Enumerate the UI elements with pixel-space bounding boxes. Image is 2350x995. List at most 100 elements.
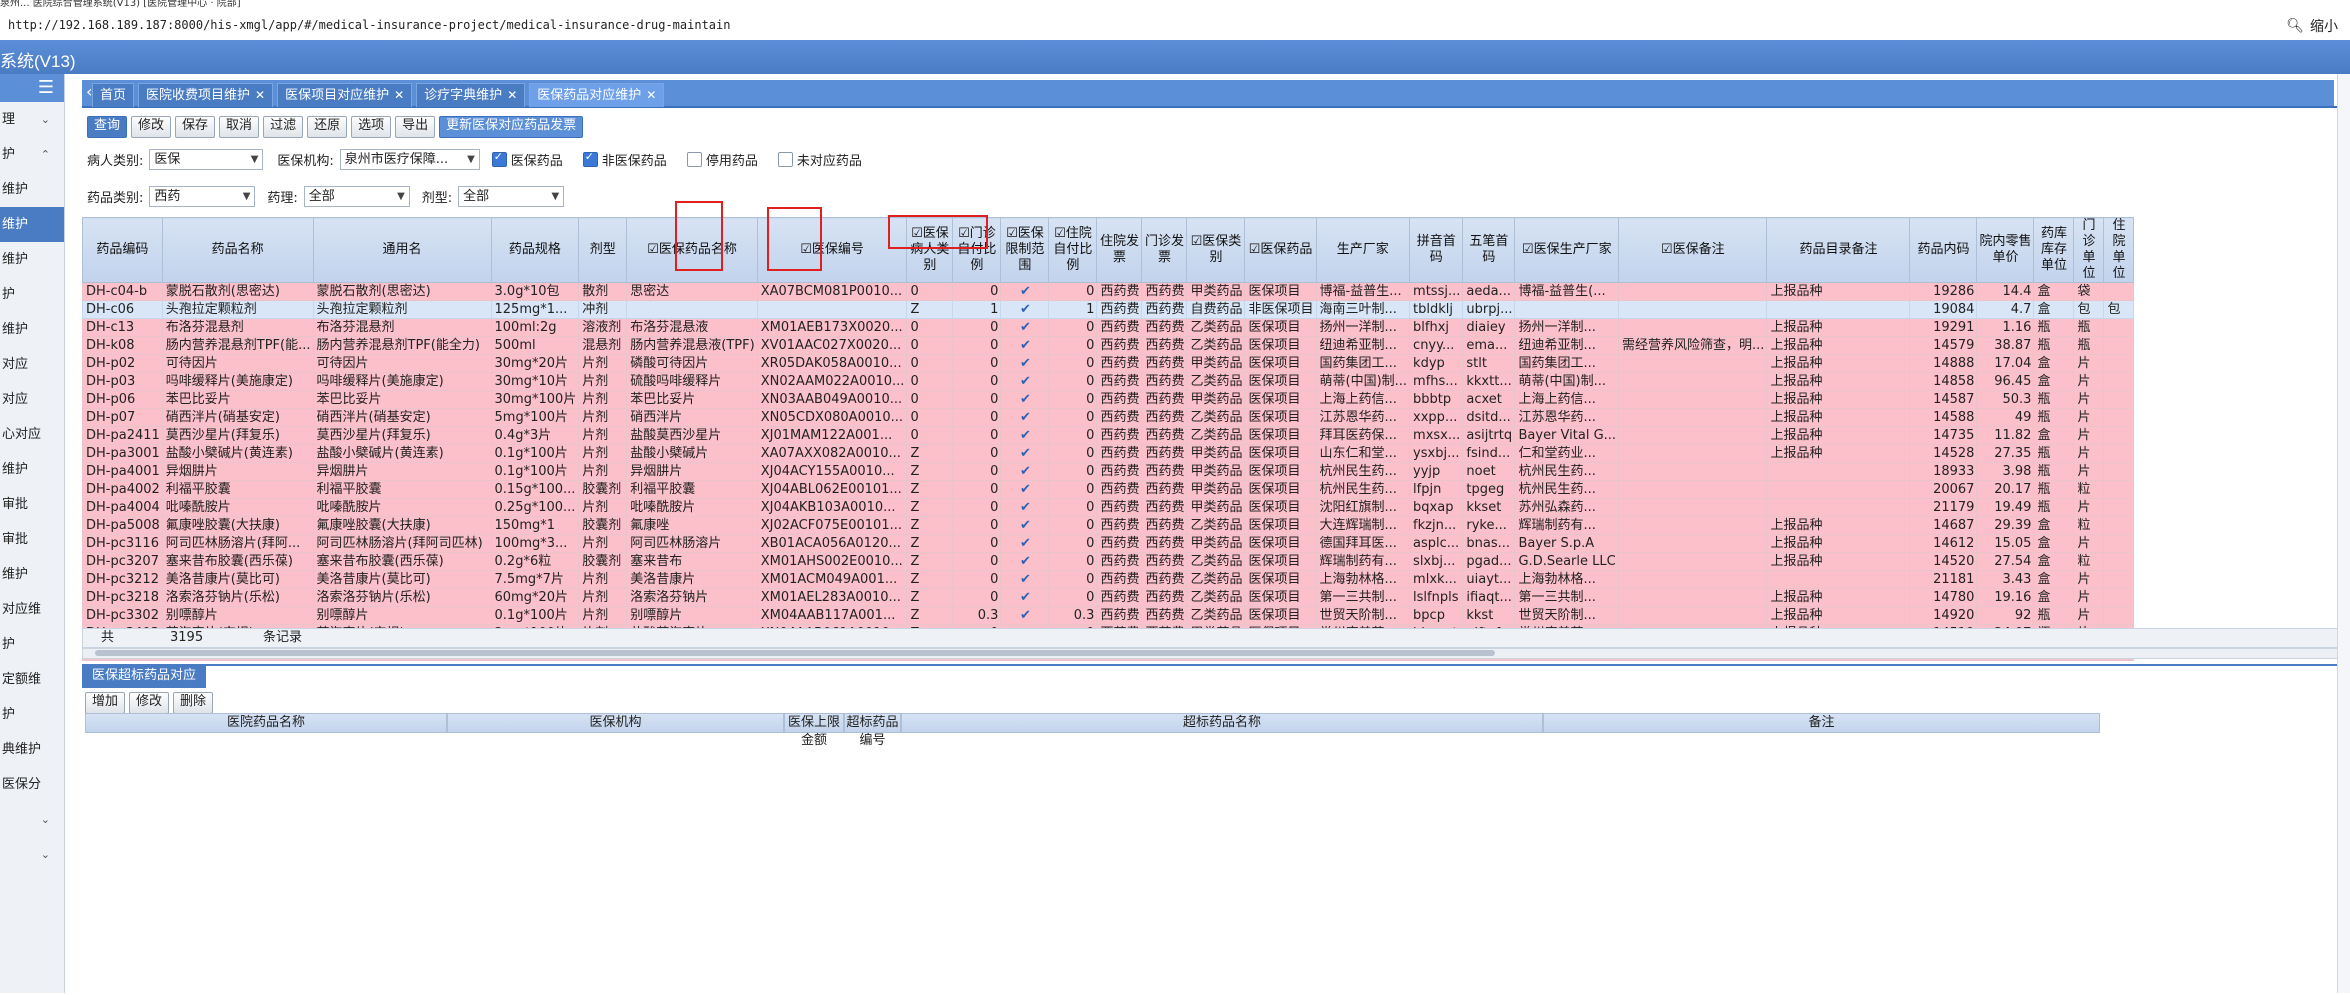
table-cell[interactable]: 片剂 xyxy=(578,498,628,517)
table-cell[interactable]: 西药费 xyxy=(1141,534,1188,553)
table-cell[interactable]: 吗啡缓释片(美施康定) xyxy=(312,372,492,391)
options-button[interactable]: 选项 xyxy=(351,116,392,138)
table-cell[interactable]: 世贸天阶制... xyxy=(1315,606,1411,625)
table-cell[interactable]: asplc... xyxy=(1409,534,1464,553)
table-cell[interactable]: 片 xyxy=(2073,390,2105,409)
table-cell[interactable]: 0 xyxy=(1048,336,1098,355)
table-cell[interactable] xyxy=(1618,444,1768,463)
table-cell[interactable] xyxy=(2103,498,2135,517)
table-cell[interactable] xyxy=(1618,570,1768,589)
table-cell[interactable]: 0 xyxy=(952,570,1002,589)
table-cell[interactable]: 0 xyxy=(1048,372,1098,391)
table-cell[interactable] xyxy=(1618,408,1768,427)
table-cell[interactable]: 片 xyxy=(2073,444,2105,463)
table-cell[interactable]: 美洛昔康片(莫比可) xyxy=(161,570,314,589)
table-cell[interactable]: 异烟肼片 xyxy=(312,462,492,481)
table-cell[interactable]: 西药费 xyxy=(1096,480,1143,499)
table-cell[interactable]: 14858 xyxy=(1909,372,1978,391)
table-cell[interactable] xyxy=(2103,552,2135,571)
table-cell[interactable]: 西药费 xyxy=(1096,516,1143,535)
table-cell[interactable] xyxy=(1618,534,1768,553)
table-cell[interactable]: 片剂 xyxy=(578,588,628,607)
table-cell[interactable]: 盐酸小檗碱片(黄连素) xyxy=(312,444,492,463)
table-cell[interactable] xyxy=(2103,318,2135,337)
save-button[interactable]: 保存 xyxy=(175,116,216,138)
filter-button[interactable]: 过滤 xyxy=(263,116,304,138)
table-cell[interactable]: 14.4 xyxy=(1976,282,2035,301)
table-cell[interactable] xyxy=(2103,372,2135,391)
table-cell[interactable]: 西药费 xyxy=(1141,480,1188,499)
table-cell[interactable]: 利福平胶囊 xyxy=(161,480,314,499)
table-cell[interactable]: 125mg*1... xyxy=(490,300,580,319)
table-cell[interactable]: 瓶 xyxy=(2033,462,2075,481)
table-cell[interactable]: 15.05 xyxy=(1976,534,2035,553)
table-cell[interactable]: 甲类药品 xyxy=(1186,390,1246,409)
table-cell[interactable]: pgad... xyxy=(1462,552,1516,571)
table-cell[interactable]: XM01AEL283A0010... xyxy=(756,588,908,607)
table-cell[interactable]: XN03AAB049A0010... xyxy=(756,390,908,409)
column-header[interactable]: ☑医保病人类别 xyxy=(906,217,954,283)
table-cell[interactable]: DH-p06 xyxy=(82,390,163,409)
table-cell[interactable]: 头孢拉定颗粒剂 xyxy=(312,300,492,319)
sidebar-item[interactable]: 理 ⌄ xyxy=(0,102,64,137)
table-cell[interactable]: 甲类药品 xyxy=(1186,534,1246,553)
table-cell[interactable] xyxy=(2103,336,2135,355)
table-cell[interactable]: G.D.Searle LLC xyxy=(1514,552,1620,571)
table-cell[interactable]: 氟康唑胶囊(大扶康) xyxy=(312,516,492,535)
table-cell[interactable]: XJ01MAM122A001... xyxy=(756,426,908,445)
table-cell[interactable]: 西药费 xyxy=(1141,318,1188,337)
table-cell[interactable]: 14687 xyxy=(1909,516,1978,535)
edit-button[interactable]: 修改 xyxy=(129,692,170,714)
table-cell[interactable]: 上报品种 xyxy=(1766,444,1911,463)
table-cell[interactable]: 医保项目 xyxy=(1244,408,1317,427)
table-cell[interactable]: XM01ACM049A001... xyxy=(756,570,908,589)
table-cell[interactable]: 0 xyxy=(1048,462,1098,481)
table-cell[interactable]: slxbj... xyxy=(1409,552,1464,571)
insured-checkbox[interactable]: 医保药品 xyxy=(491,150,563,169)
check-icon[interactable]: ✔ xyxy=(1000,588,1050,607)
table-cell[interactable]: lslfnpls xyxy=(1409,588,1464,607)
column-header[interactable]: 超标药品编号 xyxy=(844,713,901,748)
column-header[interactable]: 药品内码 xyxy=(1909,217,1978,283)
table-cell[interactable]: 0 xyxy=(952,534,1002,553)
table-row[interactable]: DH-p07 硝西泮片(硝基安定) 硝西泮片(硝基安定) 5mg*100片 片剂 硝西泮片… xyxy=(82,408,2135,427)
table-cell[interactable]: 医保项目 xyxy=(1244,390,1317,409)
column-header[interactable]: 药品目录备注 xyxy=(1766,217,1911,283)
table-cell[interactable]: 杭州民生药... xyxy=(1315,480,1411,499)
table-cell[interactable]: 盐酸小檗碱片(黄连素) xyxy=(161,444,314,463)
column-header[interactable]: 通用名 xyxy=(312,217,492,283)
table-cell[interactable]: 吗啡缓释片(美施康定) xyxy=(161,372,314,391)
table-row[interactable]: DH-c04-b 蒙脱石散剂(思密达) 蒙脱石散剂(思密达) 3.0g*10包 散剂 思密… xyxy=(82,282,2135,301)
sidebar-item[interactable]: 审批 xyxy=(0,487,64,522)
table-cell[interactable]: 思密达 xyxy=(626,282,758,301)
table-cell[interactable]: 硝西泮片 xyxy=(626,408,758,427)
table-cell[interactable]: DH-pa2411 xyxy=(82,426,163,445)
table-cell[interactable]: XM01AEB173X0020... xyxy=(756,318,908,337)
table-cell[interactable]: 盒 xyxy=(2033,552,2075,571)
delete-button[interactable]: 删除 xyxy=(173,692,214,714)
table-cell[interactable]: 硝西泮片(硝基安定) xyxy=(161,408,314,427)
table-cell[interactable]: 盐酸小檗碱片 xyxy=(626,444,758,463)
table-cell[interactable]: 片剂 xyxy=(578,570,628,589)
table-cell[interactable]: 杭州民生药... xyxy=(1514,462,1620,481)
table-cell[interactable]: XM01AHS002E0010... xyxy=(756,552,908,571)
table-cell[interactable]: 瓶 xyxy=(2033,336,2075,355)
table-cell[interactable]: 可待因片 xyxy=(312,354,492,373)
table-cell[interactable] xyxy=(1618,480,1768,499)
table-cell[interactable]: XM04AAB117A001... xyxy=(756,606,908,625)
table-cell[interactable] xyxy=(2103,282,2135,301)
table-cell[interactable]: 盒 xyxy=(2033,588,2075,607)
table-cell[interactable]: 11.82 xyxy=(1976,426,2035,445)
table-cell[interactable]: 盒 xyxy=(2033,372,2075,391)
table-cell[interactable]: Z xyxy=(906,498,954,517)
table-cell[interactable] xyxy=(2103,606,2135,625)
table-cell[interactable]: 1 xyxy=(1048,300,1098,319)
table-cell[interactable]: 500ml xyxy=(490,336,580,355)
table-cell[interactable]: Bayer S.p.A xyxy=(1514,534,1620,553)
table-cell[interactable]: 吡嗪酰胺片 xyxy=(626,498,758,517)
table-row[interactable]: DH-pa4002 利福平胶囊 利福平胶囊 0.15g*100... 胶囊剂 利福平胶囊 X… xyxy=(82,480,2135,499)
table-cell[interactable]: 粒 xyxy=(2073,552,2105,571)
table-cell[interactable]: 100mg*3... xyxy=(490,534,580,553)
column-header[interactable]: 超标药品名称 xyxy=(901,713,1543,733)
table-cell[interactable]: 混悬剂 xyxy=(578,336,628,355)
